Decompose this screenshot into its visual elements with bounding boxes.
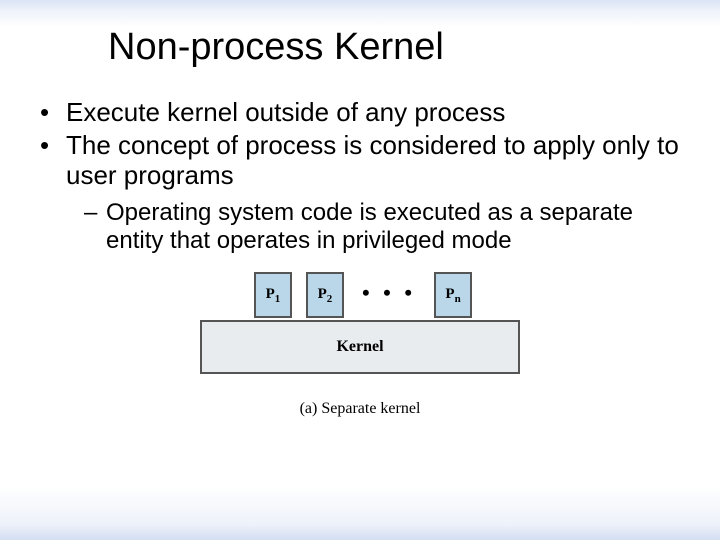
process-label: P2 bbox=[318, 286, 333, 305]
bullet-list: Execute kernel outside of any process Th… bbox=[28, 97, 692, 254]
process-box-p1: P1 bbox=[254, 272, 292, 318]
bullet-text: The concept of process is considered to … bbox=[66, 130, 679, 191]
process-label: P1 bbox=[266, 286, 281, 305]
figure-caption: (a) Separate kernel bbox=[176, 400, 544, 418]
sub-bullet-item: Operating system code is executed as a s… bbox=[84, 199, 692, 254]
slide-title: Non-process Kernel bbox=[108, 26, 692, 69]
kernel-box: Kernel bbox=[200, 320, 520, 374]
process-row: P1 P2 • • • Pn bbox=[182, 272, 544, 318]
process-box-pn: Pn bbox=[434, 272, 472, 318]
slide: Non-process Kernel Execute kernel outsid… bbox=[0, 0, 720, 540]
kernel-figure: P1 P2 • • • Pn Kernel (a) Separate kerne… bbox=[176, 272, 544, 418]
process-box-p2: P2 bbox=[306, 272, 344, 318]
sub-bullet-list: Operating system code is executed as a s… bbox=[66, 199, 692, 254]
process-label: Pn bbox=[445, 286, 460, 305]
bullet-item: The concept of process is considered to … bbox=[40, 130, 692, 255]
bullet-item: Execute kernel outside of any process bbox=[40, 97, 692, 128]
ellipsis-dots: • • • bbox=[358, 280, 420, 318]
